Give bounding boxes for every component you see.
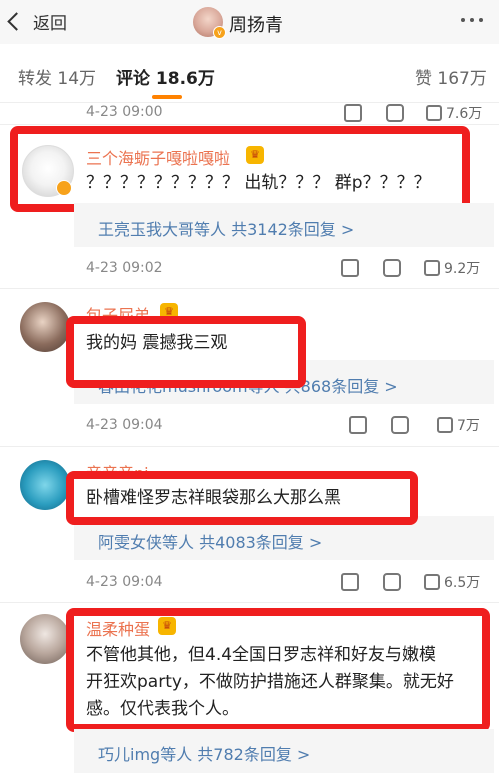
comment-text-line: 感。仅代表我个人。 (86, 699, 239, 719)
comment-time: 4-23 09:00 (86, 104, 163, 120)
comment-text-line: 不管他其他，但4.4全国日罗志祥和好友与嫩模 (86, 645, 437, 665)
like-button[interactable]: 7.6万 (426, 103, 482, 123)
comment-time: 4-23 09:04 (86, 417, 163, 433)
comment-text: 我的妈 震撼我三观 (86, 333, 228, 353)
comment-icon[interactable] (386, 104, 404, 122)
comment-icon[interactable] (383, 573, 401, 591)
tab-likes[interactable]: 赞 167万 (415, 64, 487, 89)
reply-summary-link[interactable]: 巧儿img等人 共782条回复 > (98, 741, 310, 765)
divider (0, 288, 499, 289)
share-icon[interactable] (344, 104, 362, 122)
back-label: 返回 (33, 14, 67, 34)
thumbs-up-icon (437, 417, 453, 433)
comment-text: 卧槽难怪罗志祥眼袋那么大那么黑 (86, 488, 341, 508)
verified-badge-icon: v (213, 26, 226, 39)
comment-icon[interactable] (391, 416, 409, 434)
more-options-icon[interactable] (461, 18, 483, 22)
reply-summary-link[interactable]: 王亮玉我大哥等人 共3142条回复 > (98, 216, 354, 240)
like-button[interactable]: 7万 (437, 415, 480, 435)
back-button[interactable]: 返回 (7, 9, 67, 34)
thumbs-up-icon (424, 574, 440, 590)
highlight-box (10, 126, 470, 212)
tab-reposts[interactable]: 转发 14万 (18, 64, 96, 89)
thumbs-up-icon (426, 105, 442, 121)
avatar[interactable] (20, 614, 70, 664)
divider (0, 124, 499, 125)
avatar[interactable] (20, 460, 70, 510)
divider (0, 446, 499, 447)
page-title: 周扬青 (229, 15, 283, 36)
like-button[interactable]: 6.5万 (424, 572, 480, 592)
avatar[interactable] (20, 302, 70, 352)
comment-time: 4-23 09:04 (86, 574, 163, 590)
chevron-left-icon (7, 12, 26, 31)
comment-time: 4-23 09:02 (86, 260, 163, 276)
thumbs-up-icon (424, 260, 440, 276)
tab-comments[interactable]: 评论 18.6万 (116, 64, 215, 89)
share-icon[interactable] (349, 416, 367, 434)
divider (0, 602, 499, 603)
share-icon[interactable] (341, 573, 359, 591)
comment-icon[interactable] (383, 259, 401, 277)
comment-text-line: 开狂欢party，不做防护措施还人群聚集。就无好 (86, 672, 454, 692)
share-icon[interactable] (341, 259, 359, 277)
active-tab-indicator (152, 95, 182, 99)
reply-summary-link[interactable]: 阿雯女侠等人 共4083条回复 > (98, 529, 322, 553)
like-button[interactable]: 9.2万 (424, 258, 480, 278)
